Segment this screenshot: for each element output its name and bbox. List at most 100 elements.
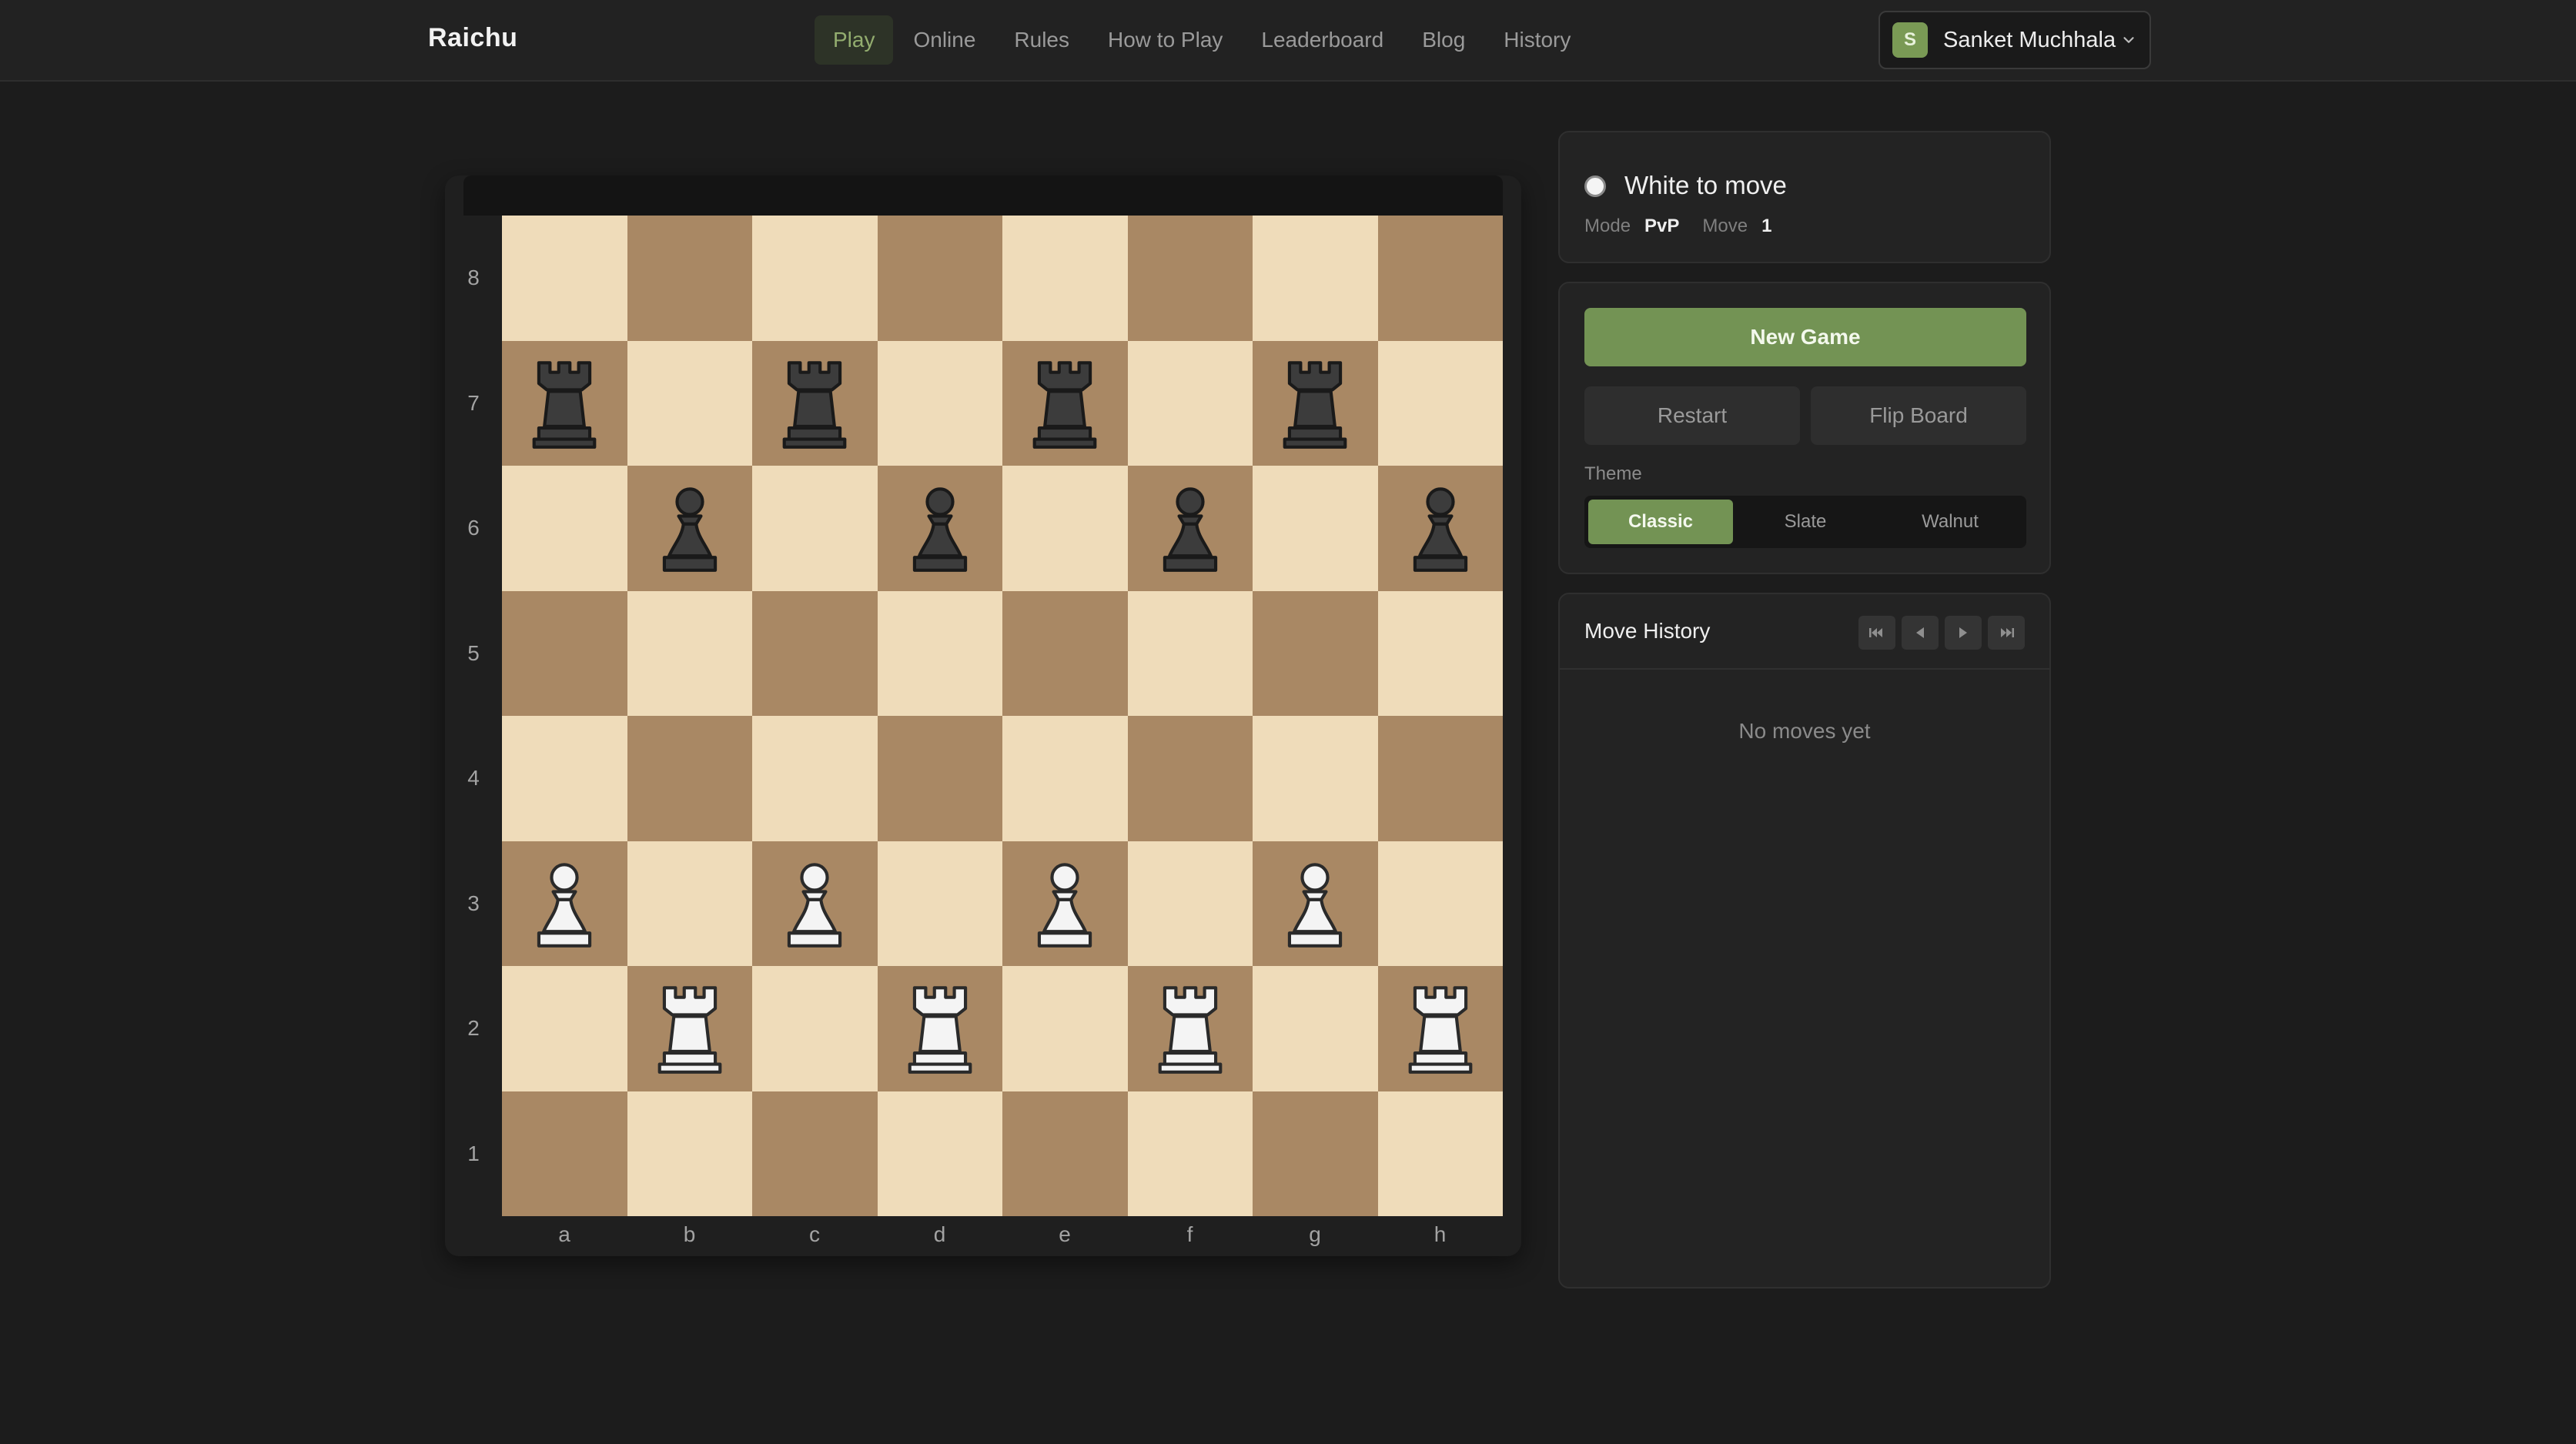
square-f3[interactable]: [1127, 841, 1253, 966]
square-d4[interactable]: [877, 716, 1002, 841]
square-b5[interactable]: [627, 590, 752, 716]
square-a8[interactable]: [502, 216, 627, 341]
nav-play[interactable]: Play: [815, 15, 894, 65]
square-f1[interactable]: [1127, 1091, 1253, 1216]
white-rook-icon[interactable]: [900, 981, 980, 1075]
square-b4[interactable]: [627, 716, 752, 841]
square-c4[interactable]: [752, 716, 878, 841]
white-pawn-icon[interactable]: [524, 857, 604, 951]
square-e7[interactable]: [1002, 340, 1128, 466]
square-c2[interactable]: [752, 966, 878, 1091]
skip-last-button[interactable]: [1988, 616, 2025, 650]
rank-label: 5: [467, 640, 480, 665]
square-c8[interactable]: [752, 216, 878, 341]
step-forward-button[interactable]: [1945, 616, 1982, 650]
white-rook-icon[interactable]: [650, 981, 730, 1075]
new-game-button[interactable]: New Game: [1584, 308, 2026, 366]
square-e3[interactable]: [1002, 841, 1128, 966]
square-h3[interactable]: [1377, 841, 1503, 966]
square-d7[interactable]: [877, 340, 1002, 466]
square-g4[interactable]: [1253, 716, 1378, 841]
square-e5[interactable]: [1002, 590, 1128, 716]
square-h6[interactable]: [1377, 466, 1503, 591]
square-e4[interactable]: [1002, 716, 1128, 841]
nav-how-to-play[interactable]: How to Play: [1089, 15, 1241, 65]
square-g5[interactable]: [1253, 590, 1378, 716]
square-b7[interactable]: [627, 340, 752, 466]
square-c7[interactable]: [752, 340, 878, 466]
square-h5[interactable]: [1377, 590, 1503, 716]
square-d2[interactable]: [877, 966, 1002, 1091]
nav-leaderboard[interactable]: Leaderboard: [1243, 15, 1402, 65]
square-a3[interactable]: [502, 841, 627, 966]
square-e6[interactable]: [1002, 466, 1128, 591]
white-rook-icon[interactable]: [1150, 981, 1230, 1075]
square-e2[interactable]: [1002, 966, 1128, 1091]
flip-board-button[interactable]: Flip Board: [1811, 386, 2026, 445]
white-pawn-icon[interactable]: [1275, 857, 1355, 951]
theme-walnut[interactable]: Walnut: [1878, 500, 2022, 544]
square-e1[interactable]: [1002, 1091, 1128, 1216]
square-f5[interactable]: [1127, 590, 1253, 716]
square-a2[interactable]: [502, 966, 627, 1091]
restart-button[interactable]: Restart: [1584, 386, 1800, 445]
nav-history[interactable]: History: [1485, 15, 1589, 65]
square-e8[interactable]: [1002, 216, 1128, 341]
square-h7[interactable]: [1377, 340, 1503, 466]
skip-first-button[interactable]: [1858, 616, 1895, 650]
square-h2[interactable]: [1377, 966, 1503, 1091]
square-b6[interactable]: [627, 466, 752, 591]
square-g1[interactable]: [1253, 1091, 1378, 1216]
square-a7[interactable]: [502, 340, 627, 466]
square-f2[interactable]: [1127, 966, 1253, 1091]
black-pawn-icon[interactable]: [1400, 481, 1480, 575]
square-b1[interactable]: [627, 1091, 752, 1216]
square-d8[interactable]: [877, 216, 1002, 341]
user-menu-button[interactable]: S Sanket Muchhala: [1878, 11, 2151, 69]
black-rook-icon[interactable]: [1025, 356, 1105, 450]
black-pawn-icon[interactable]: [1150, 481, 1230, 575]
black-rook-icon[interactable]: [524, 356, 604, 450]
square-d6[interactable]: [877, 466, 1002, 591]
square-d3[interactable]: [877, 841, 1002, 966]
square-f4[interactable]: [1127, 716, 1253, 841]
square-d5[interactable]: [877, 590, 1002, 716]
step-back-button[interactable]: [1902, 616, 1939, 650]
square-a1[interactable]: [502, 1091, 627, 1216]
square-b3[interactable]: [627, 841, 752, 966]
square-h1[interactable]: [1377, 1091, 1503, 1216]
square-f7[interactable]: [1127, 340, 1253, 466]
square-d1[interactable]: [877, 1091, 1002, 1216]
black-rook-icon[interactable]: [1275, 356, 1355, 450]
square-a5[interactable]: [502, 590, 627, 716]
theme-classic[interactable]: Classic: [1588, 500, 1733, 544]
square-h8[interactable]: [1377, 216, 1503, 341]
square-h4[interactable]: [1377, 716, 1503, 841]
square-a4[interactable]: [502, 716, 627, 841]
square-a6[interactable]: [502, 466, 627, 591]
square-b2[interactable]: [627, 966, 752, 1091]
square-c6[interactable]: [752, 466, 878, 591]
square-c5[interactable]: [752, 590, 878, 716]
nav-blog[interactable]: Blog: [1403, 15, 1484, 65]
black-pawn-icon[interactable]: [900, 481, 980, 575]
square-g8[interactable]: [1253, 216, 1378, 341]
white-pawn-icon[interactable]: [1025, 857, 1105, 951]
brand-logo[interactable]: Raichu: [428, 23, 517, 53]
square-f6[interactable]: [1127, 466, 1253, 591]
white-pawn-icon[interactable]: [774, 857, 855, 951]
nav-rules[interactable]: Rules: [995, 15, 1088, 65]
square-f8[interactable]: [1127, 216, 1253, 341]
square-g6[interactable]: [1253, 466, 1378, 591]
square-g3[interactable]: [1253, 841, 1378, 966]
nav-online[interactable]: Online: [895, 15, 994, 65]
square-c1[interactable]: [752, 1091, 878, 1216]
square-c3[interactable]: [752, 841, 878, 966]
square-g2[interactable]: [1253, 966, 1378, 1091]
theme-slate[interactable]: Slate: [1733, 500, 1878, 544]
black-pawn-icon[interactable]: [650, 481, 730, 575]
square-b8[interactable]: [627, 216, 752, 341]
square-g7[interactable]: [1253, 340, 1378, 466]
black-rook-icon[interactable]: [774, 356, 855, 450]
white-rook-icon[interactable]: [1400, 981, 1480, 1075]
